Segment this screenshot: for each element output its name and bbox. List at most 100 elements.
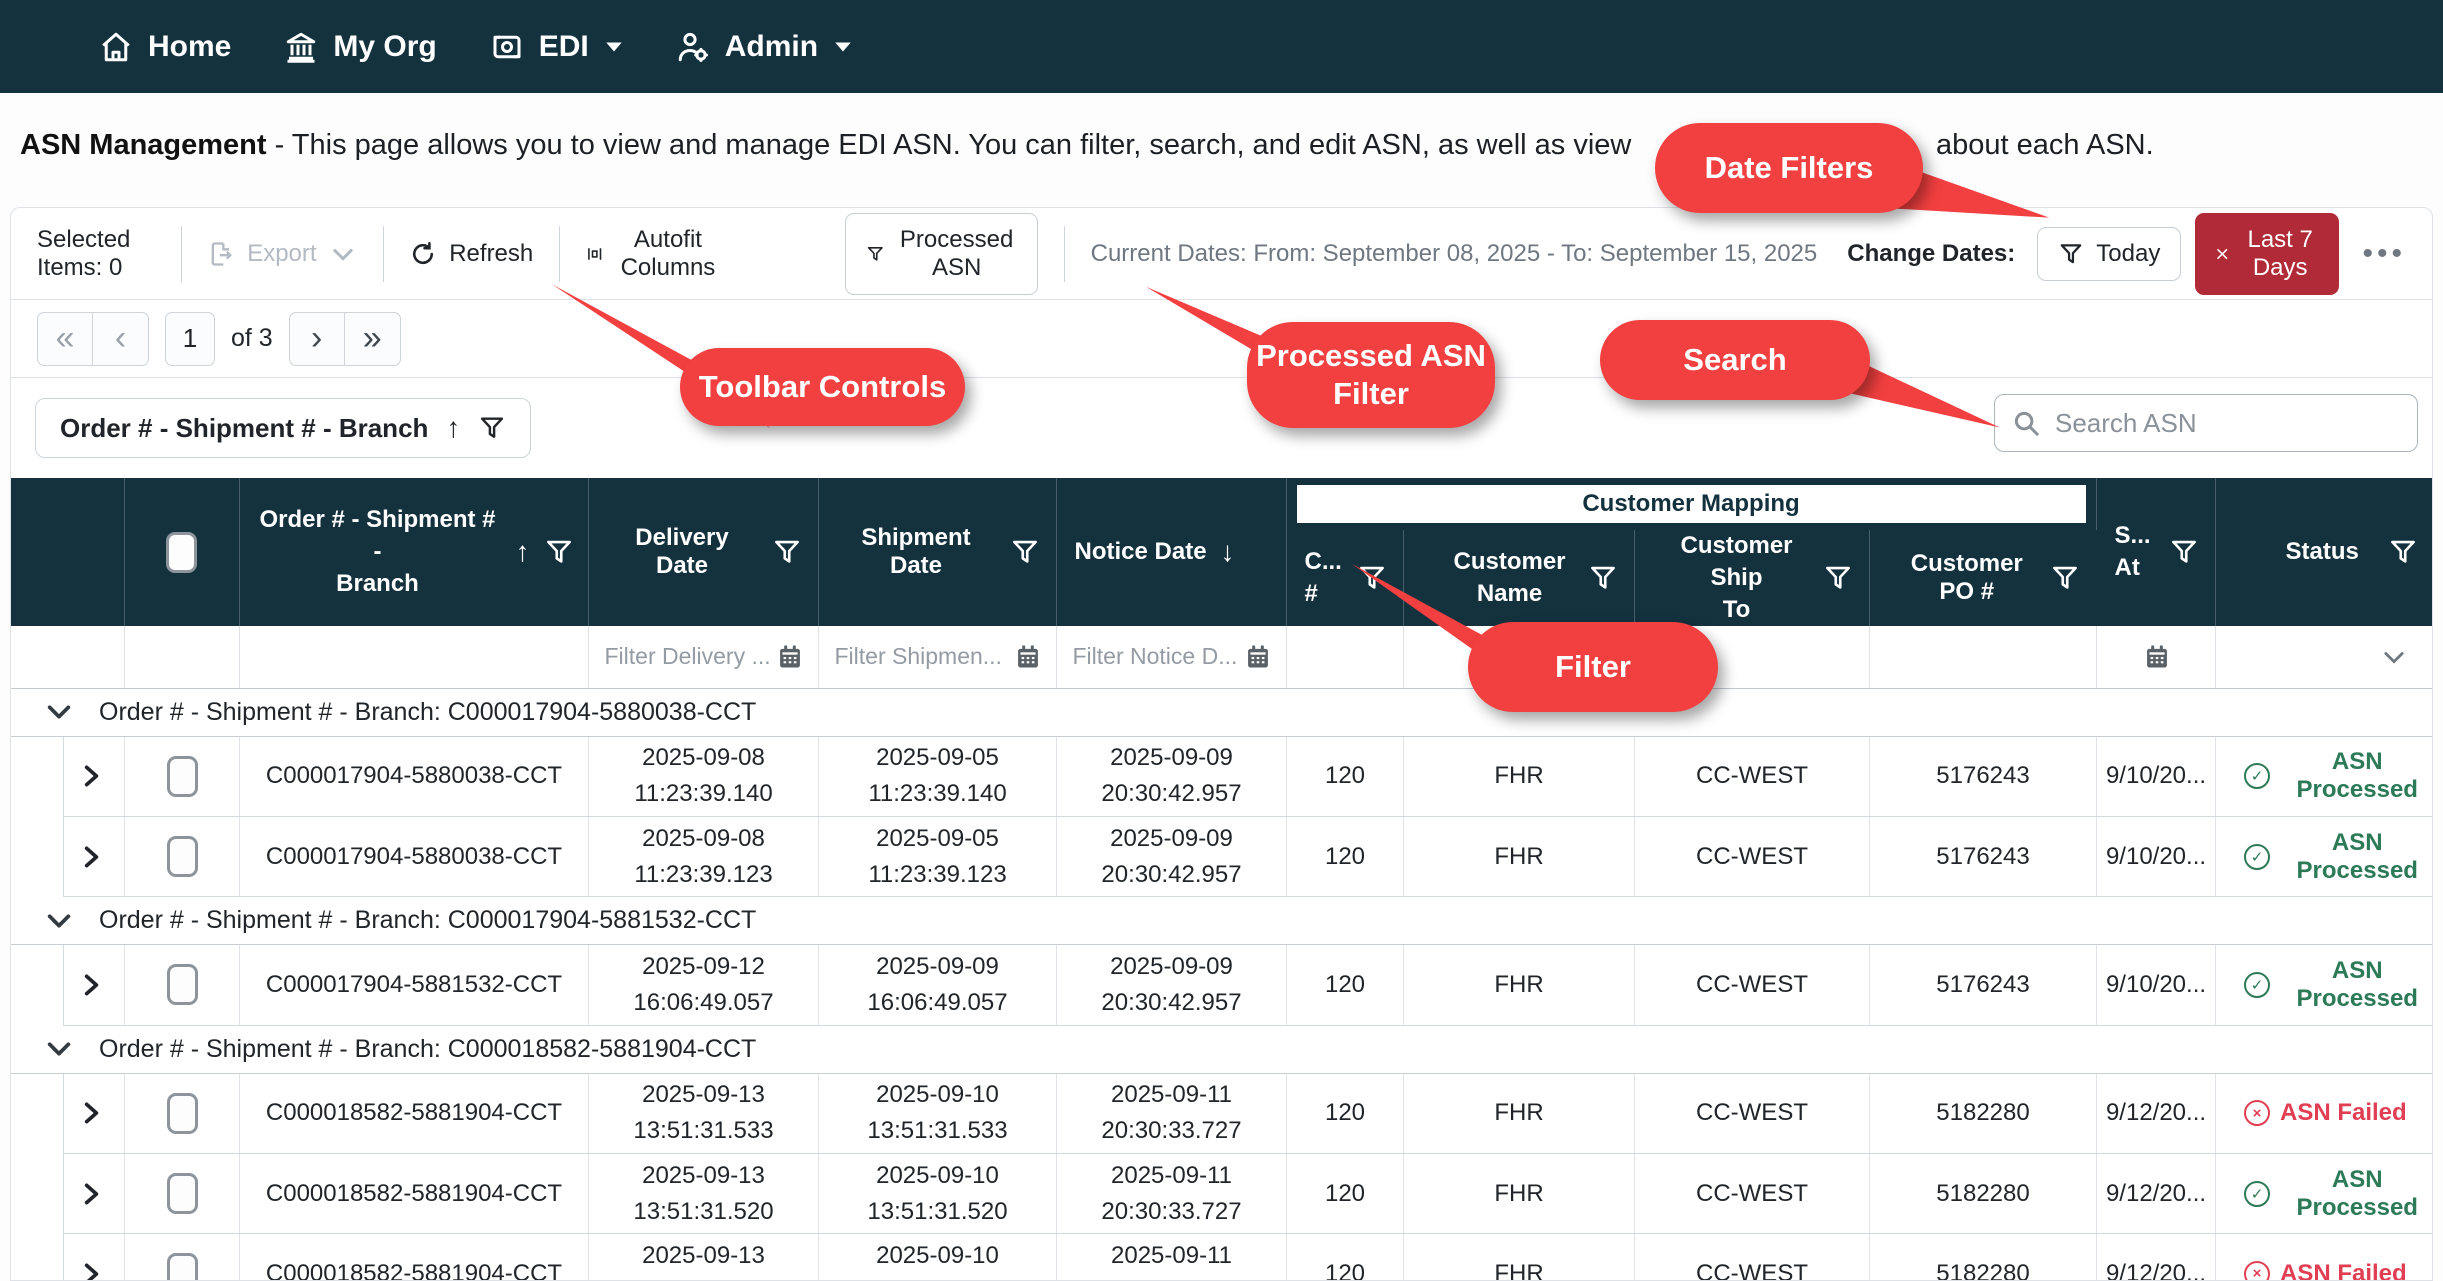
filter-icon[interactable] <box>2388 537 2418 567</box>
group-header-row[interactable]: Order # - Shipment # - Branch: C00001790… <box>11 689 2432 737</box>
export-button[interactable]: Export <box>207 240 356 268</box>
chevron-right-icon <box>78 1261 104 1281</box>
group-by-chip[interactable]: Order # - Shipment # - Branch ↑ <box>35 398 531 458</box>
column-header-customer-ship-to[interactable]: Customer Ship To <box>1634 530 1869 626</box>
filter-sent-at-date[interactable] <box>2096 626 2215 688</box>
expand-row-button[interactable] <box>64 1261 124 1281</box>
column-header-delivery-date[interactable]: Delivery Date <box>588 478 818 626</box>
group-rows-table: C000018582-5881904-CCT2025-09-1313:51:31… <box>63 1074 2433 1281</box>
column-header-status[interactable]: Status <box>2215 478 2433 626</box>
filter-icon[interactable] <box>772 537 802 567</box>
cell-customer-name: FHR <box>1404 737 1635 817</box>
funnel-icon <box>866 241 885 267</box>
filter-icon[interactable] <box>544 537 574 567</box>
search-asn-input[interactable] <box>2055 408 2401 439</box>
cell-sent-at: 9/12/20... <box>2097 1074 2216 1154</box>
cell-customer-ship-to: CC-WEST <box>1635 1074 1870 1154</box>
row-checkbox[interactable] <box>167 1093 198 1134</box>
nav-item-edi[interactable]: EDI <box>489 29 623 65</box>
column-header-order[interactable]: Order # - Shipment # - Branch ↑ <box>239 478 588 626</box>
collapse-group-icon[interactable] <box>45 1035 73 1063</box>
check-circle-icon: ✓ <box>2244 972 2270 998</box>
collapse-group-icon[interactable] <box>45 907 73 935</box>
next-page-button[interactable]: › <box>289 312 345 366</box>
expand-row-button[interactable] <box>64 972 124 998</box>
chevron-right-icon <box>78 1100 104 1126</box>
check-circle-icon: ✓ <box>2244 1181 2270 1207</box>
sort-ascending-icon[interactable]: ↑ <box>516 536 530 568</box>
table-row: C000018582-5881904-CCT2025-09-1313:51:31… <box>64 1154 2434 1234</box>
nav-item-label: My Org <box>333 30 436 64</box>
nav-item-my-org[interactable]: My Org <box>283 29 436 65</box>
asn-management-page: HomeMy OrgEDIAdmin ASN Management - This… <box>0 0 2443 1281</box>
filter-icon[interactable] <box>2050 563 2080 593</box>
nav-item-admin[interactable]: Admin <box>675 29 852 65</box>
processed-asn-filter-button[interactable]: Processed ASN <box>845 213 1038 295</box>
group-header-row[interactable]: Order # - Shipment # - Branch: C00001858… <box>11 1026 2432 1074</box>
column-header-customer-number[interactable]: C... # <box>1286 530 1403 626</box>
bank-icon <box>283 29 319 65</box>
select-all-checkbox[interactable] <box>166 532 197 573</box>
row-checkbox[interactable] <box>167 756 198 797</box>
more-options-button[interactable]: ••• <box>2363 244 2407 264</box>
cell-customer-ship-to: CC-WEST <box>1635 817 1870 897</box>
expand-row-button[interactable] <box>64 1181 124 1207</box>
filter-status-dropdown[interactable] <box>2215 626 2433 688</box>
today-filter-button[interactable]: Today <box>2037 227 2181 281</box>
sort-ascending-icon[interactable]: ↑ <box>446 412 460 444</box>
column-header-shipment-date[interactable]: Shipment Date <box>818 478 1056 626</box>
row-checkbox[interactable] <box>167 964 198 1005</box>
filter-delivery-date[interactable]: Filter Delivery ... <box>588 626 818 688</box>
sort-descending-icon[interactable]: ↓ <box>1221 536 1235 568</box>
last-page-button[interactable]: » <box>345 312 401 366</box>
nav-item-home[interactable]: Home <box>98 29 231 65</box>
filter-icon[interactable] <box>1588 563 1618 593</box>
filter-icon[interactable] <box>1823 563 1853 593</box>
chevron-down-icon[interactable] <box>2380 643 2408 671</box>
calendar-icon[interactable] <box>2143 643 2171 671</box>
expander-column-header <box>11 478 124 626</box>
row-checkbox[interactable] <box>167 1253 198 1281</box>
callout-search: Search <box>1600 320 1870 400</box>
row-checkbox[interactable] <box>167 1173 198 1214</box>
expand-row-button[interactable] <box>64 763 124 789</box>
current-page-indicator[interactable]: 1 <box>165 312 215 366</box>
row-checkbox[interactable] <box>167 836 198 877</box>
cell-customer-po: 5182280 <box>1870 1154 2097 1234</box>
group-rows-table: C000017904-5880038-CCT2025-09-0811:23:39… <box>63 737 2433 898</box>
filter-shipment-date[interactable]: Filter Shipmen... <box>818 626 1056 688</box>
expand-row-button[interactable] <box>64 1100 124 1126</box>
selected-items-count: Selected Items: 0 <box>37 226 155 282</box>
cell-sent-at: 9/10/20... <box>2097 817 2216 897</box>
column-header-sent-at[interactable]: S... At <box>2096 478 2215 626</box>
filter-icon[interactable] <box>1357 563 1387 593</box>
first-page-button[interactable]: « <box>37 312 93 366</box>
filter-icon[interactable] <box>1010 537 1040 567</box>
filter-icon[interactable] <box>2169 537 2199 567</box>
calendar-icon[interactable] <box>776 643 804 671</box>
refresh-button[interactable]: Refresh <box>409 240 533 268</box>
column-header-customer-po[interactable]: Customer PO # <box>1869 530 2096 626</box>
calendar-icon[interactable] <box>1244 643 1272 671</box>
column-header-notice-date[interactable]: Notice Date ↓ <box>1056 478 1286 626</box>
filter-notice-date[interactable]: Filter Notice D... <box>1056 626 1286 688</box>
change-dates-label: Change Dates: <box>1847 240 2015 268</box>
cell-shipment-date: 2025-09-0511:23:39.123 <box>819 817 1057 897</box>
expand-row-button[interactable] <box>64 844 124 870</box>
callout-toolbar-controls: Toolbar Controls <box>680 348 965 426</box>
previous-page-button[interactable]: ‹ <box>93 312 149 366</box>
group-header-label: Order # - Shipment # - Branch: C00001790… <box>99 906 756 935</box>
cell-customer-ship-to: CC-WEST <box>1635 945 1870 1025</box>
group-header-row[interactable]: Order # - Shipment # - Branch: C00001790… <box>11 897 2432 945</box>
funnel-icon <box>2058 241 2084 267</box>
cell-customer-po: 5176243 <box>1870 817 2097 897</box>
collapse-group-icon[interactable] <box>45 698 73 726</box>
cell-customer-po: 5182280 <box>1870 1234 2097 1281</box>
calendar-icon[interactable] <box>1014 643 1042 671</box>
funnel-icon[interactable] <box>478 414 506 442</box>
last-7-days-filter-button[interactable]: Last 7 Days <box>2195 213 2338 295</box>
chevron-right-icon <box>78 763 104 789</box>
page-description: - This page allows you to view and manag… <box>267 129 1632 161</box>
cell-status: ×ASN Failed <box>2216 1074 2434 1154</box>
autofit-columns-button[interactable]: Autofit Columns <box>586 226 721 282</box>
